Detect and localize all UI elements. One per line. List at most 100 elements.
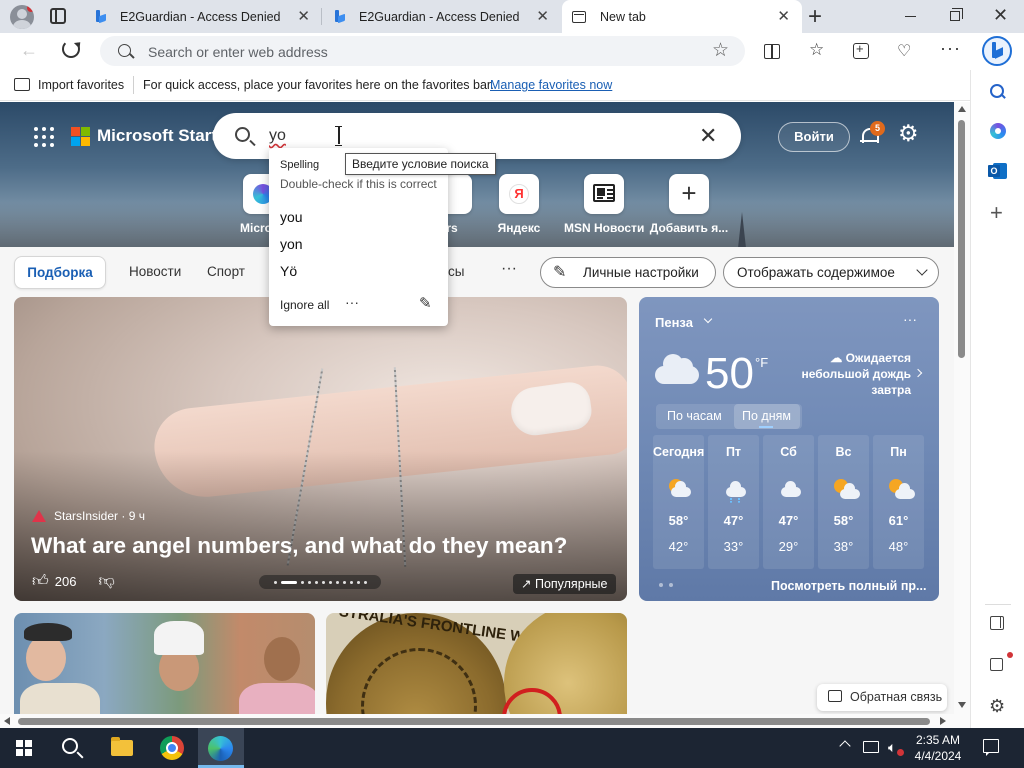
main-story-card[interactable]: StarsInsider · 9 ч What are angel number…: [14, 297, 627, 601]
notification-center-icon[interactable]: [983, 739, 999, 756]
tab-e2guardian-1[interactable]: E2Guardian - Access Denied ✕: [84, 0, 322, 33]
full-forecast-link[interactable]: Посмотреть полный пр...: [771, 579, 926, 593]
copilot-bing-button[interactable]: [982, 36, 1012, 66]
like-icon[interactable]: 👍︎: [32, 572, 49, 591]
dislike-icon[interactable]: 👎︎: [98, 572, 114, 591]
pager-dot[interactable]: [335, 580, 339, 584]
editor-pen-icon[interactable]: ✎: [419, 294, 432, 312]
feedback-button[interactable]: Обратная связь: [817, 684, 947, 711]
favorites-icon[interactable]: ☆: [809, 40, 824, 60]
story-card-coin[interactable]: STRALIA'S FRONTLINE WORKE: [326, 613, 627, 714]
temperature-unit[interactable]: °F: [755, 355, 768, 370]
brand-title[interactable]: Microsoft Start: [97, 126, 217, 146]
chevron-right-icon[interactable]: [913, 368, 923, 378]
story-card-people[interactable]: [14, 613, 315, 714]
back-arrow-icon[interactable]: ←: [20, 40, 38, 61]
forecast-day[interactable]: Пт 47° 33°: [708, 435, 759, 569]
quicklink-yandex[interactable]: Я Яндекс: [479, 174, 559, 235]
window-close-icon[interactable]: ✕: [993, 5, 1008, 26]
profile-avatar-icon[interactable]: [10, 5, 34, 29]
tab-close-icon[interactable]: ✕: [297, 9, 310, 24]
clear-search-icon[interactable]: ✕: [699, 123, 717, 149]
story-title[interactable]: What are angel numbers, and what do they…: [31, 533, 567, 559]
sidebar-hide-icon[interactable]: [990, 616, 1004, 630]
minimize-icon[interactable]: [905, 16, 916, 17]
feed-more-icon[interactable]: ···: [501, 260, 517, 278]
sidebar-add-icon[interactable]: +: [990, 202, 1010, 224]
chrome-icon[interactable]: [160, 736, 184, 760]
spelling-more-icon[interactable]: ···: [345, 294, 359, 310]
reload-icon[interactable]: [62, 40, 80, 58]
quicklink-msn-news[interactable]: MSN Новости: [564, 174, 644, 235]
sidebar-outlook-icon[interactable]: [988, 161, 1008, 181]
chevron-down-icon[interactable]: [703, 314, 713, 324]
pager-dot[interactable]: [363, 580, 367, 584]
pager-dot[interactable]: [314, 580, 318, 584]
file-explorer-icon[interactable]: [111, 737, 133, 756]
tab-e2guardian-2[interactable]: E2Guardian - Access Denied ✕: [323, 0, 561, 33]
pager-dot[interactable]: [273, 580, 277, 584]
forecast-day[interactable]: Вс 58° 38°: [818, 435, 869, 569]
sidebar-external-link-icon[interactable]: [990, 658, 1003, 671]
weather-pager[interactable]: [659, 583, 673, 587]
spelling-suggestion[interactable]: you: [280, 209, 303, 225]
sidebar-copilot-icon[interactable]: [988, 121, 1008, 141]
personalize-button[interactable]: ✎ Личные настройки: [540, 257, 716, 288]
scrollbar-thumb[interactable]: [958, 120, 965, 358]
vertical-scrollbar[interactable]: [954, 102, 970, 714]
pager-dot[interactable]: [307, 580, 311, 584]
windows-start-icon[interactable]: [16, 740, 32, 756]
pager-dot[interactable]: [321, 580, 325, 584]
tray-chevron-up-icon[interactable]: [839, 740, 851, 752]
forecast-day[interactable]: Пн 61° 48°: [873, 435, 924, 569]
scroll-up-arrow-icon[interactable]: [958, 106, 966, 112]
feed-tab-partial[interactable]: сы: [448, 264, 464, 279]
settings-gear-icon[interactable]: ⚙: [898, 122, 919, 145]
pager-dot[interactable]: [349, 580, 353, 584]
import-icon[interactable]: [14, 78, 30, 91]
scroll-down-arrow-icon[interactable]: [958, 702, 966, 708]
sidebar-search-icon[interactable]: [988, 82, 1008, 102]
browser-essentials-icon[interactable]: ♡: [897, 41, 911, 61]
tab-actions-icon[interactable]: [50, 8, 66, 24]
forecast-day[interactable]: Сб 47° 29°: [763, 435, 814, 569]
scroll-left-arrow-icon[interactable]: [4, 717, 10, 725]
import-favorites-button[interactable]: Import favorites: [38, 78, 124, 92]
pager-dot[interactable]: [328, 580, 332, 584]
ignore-all-button[interactable]: Ignore all: [280, 298, 329, 312]
feed-tab-sport[interactable]: Спорт: [207, 264, 245, 279]
pager-dot-active[interactable]: [280, 580, 297, 584]
manage-favorites-link[interactable]: Manage favorites now: [490, 78, 612, 92]
collections-icon[interactable]: [853, 41, 869, 59]
pager-dot[interactable]: [300, 580, 304, 584]
address-bar[interactable]: Search or enter web address ☆: [100, 36, 745, 66]
spelling-suggestion[interactable]: yon: [280, 236, 303, 252]
scrollbar-thumb[interactable]: [18, 718, 930, 725]
favorite-star-icon[interactable]: ☆: [712, 39, 729, 62]
edge-icon[interactable]: [208, 736, 233, 761]
scroll-right-arrow-icon[interactable]: [940, 717, 946, 725]
sidebar-settings-gear-icon[interactable]: ⚙: [989, 696, 1009, 716]
tab-daily[interactable]: По дням: [742, 409, 791, 423]
restore-icon[interactable]: [950, 8, 963, 21]
weather-city[interactable]: Пенза: [655, 315, 693, 330]
more-menu-icon[interactable]: ···: [940, 38, 961, 59]
pager-dot[interactable]: [342, 580, 346, 584]
apps-launcher-icon[interactable]: [34, 127, 54, 147]
taskbar-search-icon[interactable]: [62, 738, 78, 754]
tab-close-icon[interactable]: ✕: [777, 9, 790, 24]
tab-hourly[interactable]: По часам: [667, 409, 722, 423]
pager-dot[interactable]: [356, 580, 360, 584]
forecast-day[interactable]: Сегодня 58° 42°: [653, 435, 704, 569]
microsoft-logo-icon[interactable]: [71, 127, 91, 147]
login-button[interactable]: Войти: [778, 122, 850, 152]
feed-tab-news[interactable]: Новости: [129, 264, 181, 279]
tab-close-icon[interactable]: ✕: [536, 9, 549, 24]
network-icon[interactable]: [863, 741, 879, 753]
split-screen-icon[interactable]: [764, 44, 780, 59]
horizontal-scrollbar[interactable]: [0, 714, 970, 728]
content-visibility-dropdown[interactable]: Отображать содержимое: [723, 257, 939, 288]
carousel-pager[interactable]: [259, 575, 381, 589]
search-query-text[interactable]: yo: [269, 127, 286, 145]
weather-more-icon[interactable]: ···: [903, 311, 917, 327]
